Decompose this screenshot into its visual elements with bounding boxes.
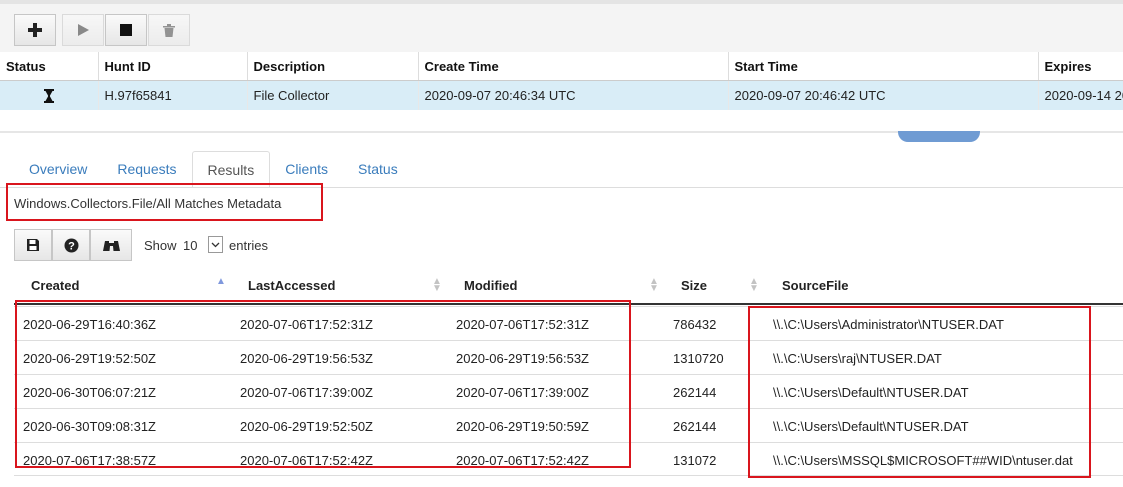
column-header-modified[interactable]: Modified bbox=[464, 278, 517, 293]
cell-size: 786432 bbox=[673, 317, 717, 332]
hunt-start-time-cell: 2020-09-07 20:46:42 UTC bbox=[728, 80, 1039, 110]
help-icon: ? bbox=[64, 238, 78, 252]
cell-size: 262144 bbox=[673, 419, 717, 434]
sort-asc-icon[interactable]: ▲ bbox=[216, 277, 226, 287]
column-header-start-time[interactable]: Start Time bbox=[728, 52, 1039, 81]
hunt-toolbar bbox=[0, 0, 1123, 52]
show-label: Show bbox=[144, 238, 177, 253]
hunts-table: Status Hunt ID Description Create Time S… bbox=[0, 52, 1123, 110]
sort-icon[interactable]: ▲ ▼ bbox=[432, 277, 442, 294]
highlight-box-sourcefile bbox=[748, 306, 1091, 478]
svg-text:?: ? bbox=[68, 240, 75, 252]
save-icon bbox=[27, 239, 39, 251]
hunt-description-cell: File Collector bbox=[247, 80, 419, 110]
column-header-expires[interactable]: Expires bbox=[1038, 52, 1123, 81]
sort-icon[interactable]: ▲ ▼ bbox=[649, 277, 659, 294]
page-size-value[interactable]: 10 bbox=[183, 238, 197, 253]
plus-icon bbox=[28, 23, 42, 37]
hunt-create-time-cell: 2020-09-07 20:46:34 UTC bbox=[418, 80, 729, 110]
hunt-expires-cell: 2020-09-14 20 bbox=[1038, 80, 1123, 110]
entries-label: entries bbox=[229, 238, 269, 253]
tab-status[interactable]: Status bbox=[343, 151, 413, 188]
hourglass-icon bbox=[43, 89, 54, 104]
column-header-create-time[interactable]: Create Time bbox=[418, 52, 729, 81]
hunt-id-cell: H.97f65841 bbox=[98, 80, 248, 110]
cell-size: 262144 bbox=[673, 385, 717, 400]
sort-icon[interactable]: ▲ ▼ bbox=[749, 277, 759, 294]
play-icon bbox=[78, 24, 89, 36]
hunts-table-header: Status Hunt ID Description Create Time S… bbox=[0, 52, 1123, 81]
cell-size: 131072 bbox=[673, 453, 717, 468]
splitter-handle[interactable] bbox=[898, 131, 980, 142]
cell-size: 1310720 bbox=[673, 351, 724, 366]
stop-icon bbox=[120, 24, 132, 36]
hunt-row[interactable]: H.97f65841 File Collector 2020-09-07 20:… bbox=[0, 80, 1123, 110]
hunt-status-cell bbox=[0, 80, 99, 110]
column-header-created[interactable]: Created bbox=[31, 278, 79, 293]
column-header-sourcefile[interactable]: SourceFile bbox=[782, 278, 848, 293]
stop-hunt-button[interactable] bbox=[105, 14, 147, 46]
new-hunt-button[interactable] bbox=[14, 14, 56, 46]
delete-hunt-button[interactable] bbox=[148, 14, 190, 46]
column-header-status[interactable]: Status bbox=[0, 52, 99, 81]
page-size-select[interactable] bbox=[208, 236, 223, 253]
chevron-down-icon bbox=[211, 242, 220, 247]
search-table-button[interactable] bbox=[90, 229, 132, 261]
run-hunt-button[interactable] bbox=[62, 14, 104, 46]
highlight-box-timestamps bbox=[15, 300, 631, 468]
highlight-box-artifact bbox=[6, 183, 323, 221]
help-button[interactable]: ? bbox=[52, 229, 90, 261]
column-header-size[interactable]: Size bbox=[681, 278, 707, 293]
trash-icon bbox=[163, 23, 175, 37]
save-csv-button[interactable] bbox=[14, 229, 52, 261]
column-header-lastaccessed[interactable]: LastAccessed bbox=[248, 278, 335, 293]
column-header-description[interactable]: Description bbox=[247, 52, 419, 81]
column-header-hunt-id[interactable]: Hunt ID bbox=[98, 52, 248, 81]
binoculars-icon bbox=[102, 240, 120, 251]
